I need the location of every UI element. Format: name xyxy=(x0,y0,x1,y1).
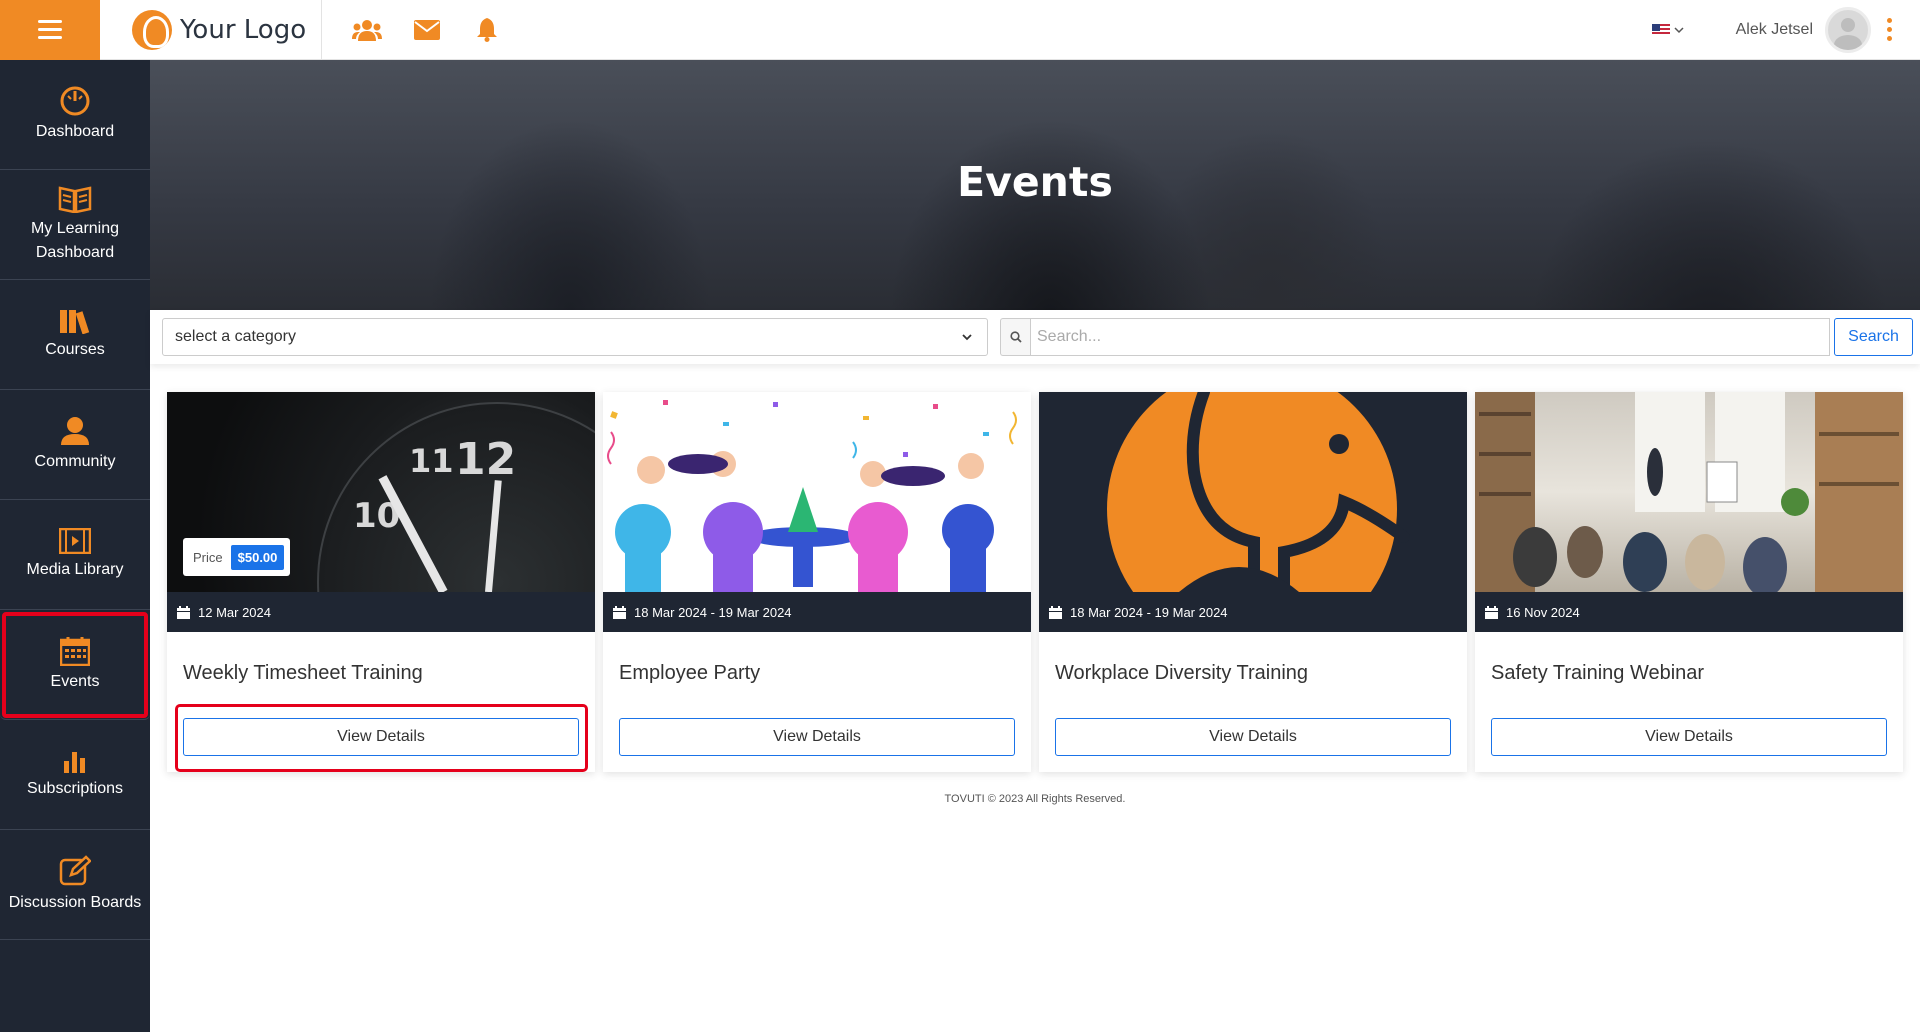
logo[interactable]: Your Logo xyxy=(100,0,322,60)
category-select-value: select a category xyxy=(175,328,296,345)
bell-icon[interactable] xyxy=(472,15,502,45)
sidebar-item-label: Media Library xyxy=(26,560,124,578)
hamburger-line xyxy=(38,36,62,39)
page-title: Events xyxy=(957,158,1113,206)
users-icon[interactable] xyxy=(352,15,382,45)
search-input[interactable] xyxy=(1030,318,1830,356)
view-details-button[interactable]: View Details xyxy=(1055,718,1451,756)
sidebar-item-label: Events xyxy=(50,672,100,690)
search-button[interactable]: Search xyxy=(1834,318,1913,356)
logo-icon xyxy=(132,9,172,50)
book-icon xyxy=(58,185,92,213)
calendar-icon xyxy=(1485,605,1498,619)
menu-toggle-button[interactable] xyxy=(0,0,100,60)
sidebar-item-subscriptions[interactable]: Subscriptions xyxy=(0,720,150,830)
event-date: 16 Nov 2024 xyxy=(1506,604,1580,620)
price-badge: Price $50.00 xyxy=(183,538,291,576)
sidebar-item-my-learning-dashboard[interactable]: My Learning Dashboard xyxy=(0,170,150,280)
hamburger-line xyxy=(38,20,62,23)
calendar-icon xyxy=(60,636,90,666)
chevron-down-icon xyxy=(962,334,972,341)
event-list: 12 10 11 Price $50.00 12 Mar 2024 Weekly… xyxy=(167,392,1903,772)
sidebar-item-events[interactable]: Events xyxy=(0,610,150,720)
clock-numeral: 12 xyxy=(455,434,517,485)
sidebar-item-label: Subscriptions xyxy=(26,779,124,797)
calendar-icon xyxy=(177,605,190,619)
sidebar-item-label: Community xyxy=(34,452,116,470)
top-bar: Your Logo Alek Jetsel xyxy=(0,0,1920,60)
event-card: 12 10 11 Price $50.00 12 Mar 2024 Weekly… xyxy=(167,392,595,772)
event-date: 18 Mar 2024 - 19 Mar 2024 xyxy=(1070,604,1228,620)
hamburger-line xyxy=(38,28,62,31)
event-image-classroom[interactable] xyxy=(1475,392,1903,592)
bar-chart-icon xyxy=(64,751,85,773)
view-details-button[interactable]: View Details xyxy=(619,718,1015,756)
event-date-bar: 12 Mar 2024 xyxy=(167,592,595,632)
us-flag-icon xyxy=(1651,23,1670,36)
event-date: 12 Mar 2024 xyxy=(198,604,271,620)
event-card: 18 Mar 2024 - 19 Mar 2024 Workplace Dive… xyxy=(1039,392,1467,772)
event-title[interactable]: Employee Party xyxy=(619,662,760,685)
sidebar-item-label: Dashboard xyxy=(35,122,115,140)
event-title[interactable]: Weekly Timesheet Training xyxy=(183,662,423,685)
category-select[interactable]: select a category xyxy=(162,318,988,356)
user-name[interactable]: Alek Jetsel xyxy=(1736,21,1813,39)
sidebar-item-label: Courses xyxy=(45,340,105,358)
event-date-bar: 18 Mar 2024 - 19 Mar 2024 xyxy=(603,592,1031,632)
mail-icon[interactable] xyxy=(412,15,442,45)
edit-icon xyxy=(59,854,91,885)
sidebar: Dashboard My Learning Dashboard Courses … xyxy=(0,60,150,1032)
language-selector[interactable] xyxy=(1651,23,1684,36)
price-amount: $50.00 xyxy=(230,544,285,570)
search-icon xyxy=(1000,318,1030,356)
sidebar-item-discussion-boards[interactable]: Discussion Boards xyxy=(0,830,150,940)
event-title[interactable]: Workplace Diversity Training xyxy=(1055,662,1308,685)
dot xyxy=(1887,18,1892,23)
sidebar-item-label: My Learning Dashboard xyxy=(30,219,120,261)
event-image-party[interactable] xyxy=(603,392,1031,592)
sidebar-item-community[interactable]: Community xyxy=(0,390,150,500)
event-date-bar: 18 Mar 2024 - 19 Mar 2024 xyxy=(1039,592,1467,632)
page-banner: Events xyxy=(150,60,1920,310)
sidebar-item-dashboard[interactable]: Dashboard xyxy=(0,60,150,170)
sidebar-item-courses[interactable]: Courses xyxy=(0,280,150,390)
film-icon xyxy=(59,527,91,554)
clock-numeral: 11 xyxy=(409,442,454,480)
chevron-down-icon xyxy=(1674,26,1684,33)
event-title[interactable]: Safety Training Webinar xyxy=(1491,662,1704,685)
price-label: Price xyxy=(193,549,223,565)
sidebar-item-label: Discussion Boards xyxy=(8,893,142,911)
view-details-button[interactable]: View Details xyxy=(1491,718,1887,756)
view-details-button[interactable]: View Details xyxy=(183,718,579,756)
elephant-icon xyxy=(1179,392,1410,592)
event-card: 18 Mar 2024 - 19 Mar 2024 Employee Party… xyxy=(603,392,1031,772)
event-image-clock[interactable]: 12 10 11 Price $50.00 xyxy=(167,392,595,592)
speedometer-icon xyxy=(60,86,90,115)
more-options-button[interactable] xyxy=(1887,18,1892,41)
party-illustration xyxy=(607,400,1017,592)
avatar[interactable] xyxy=(1825,6,1871,53)
books-icon xyxy=(60,309,90,334)
event-date: 18 Mar 2024 - 19 Mar 2024 xyxy=(634,604,792,620)
footer-copyright: TOVUTI © 2023 All Rights Reserved. xyxy=(944,793,1126,805)
event-image-elephant-logo[interactable] xyxy=(1039,392,1467,592)
logo-text: Your Logo xyxy=(180,14,307,45)
calendar-icon xyxy=(613,605,626,619)
event-date-bar: 16 Nov 2024 xyxy=(1475,592,1903,632)
dot xyxy=(1887,27,1892,32)
classroom-photo xyxy=(1475,392,1903,592)
filter-bar: select a category Search xyxy=(150,310,1920,364)
calendar-icon xyxy=(1049,605,1062,619)
event-card: 16 Nov 2024 Safety Training Webinar View… xyxy=(1475,392,1903,772)
dot xyxy=(1887,36,1892,41)
person-icon xyxy=(61,416,89,445)
sidebar-item-media-library[interactable]: Media Library xyxy=(0,500,150,610)
